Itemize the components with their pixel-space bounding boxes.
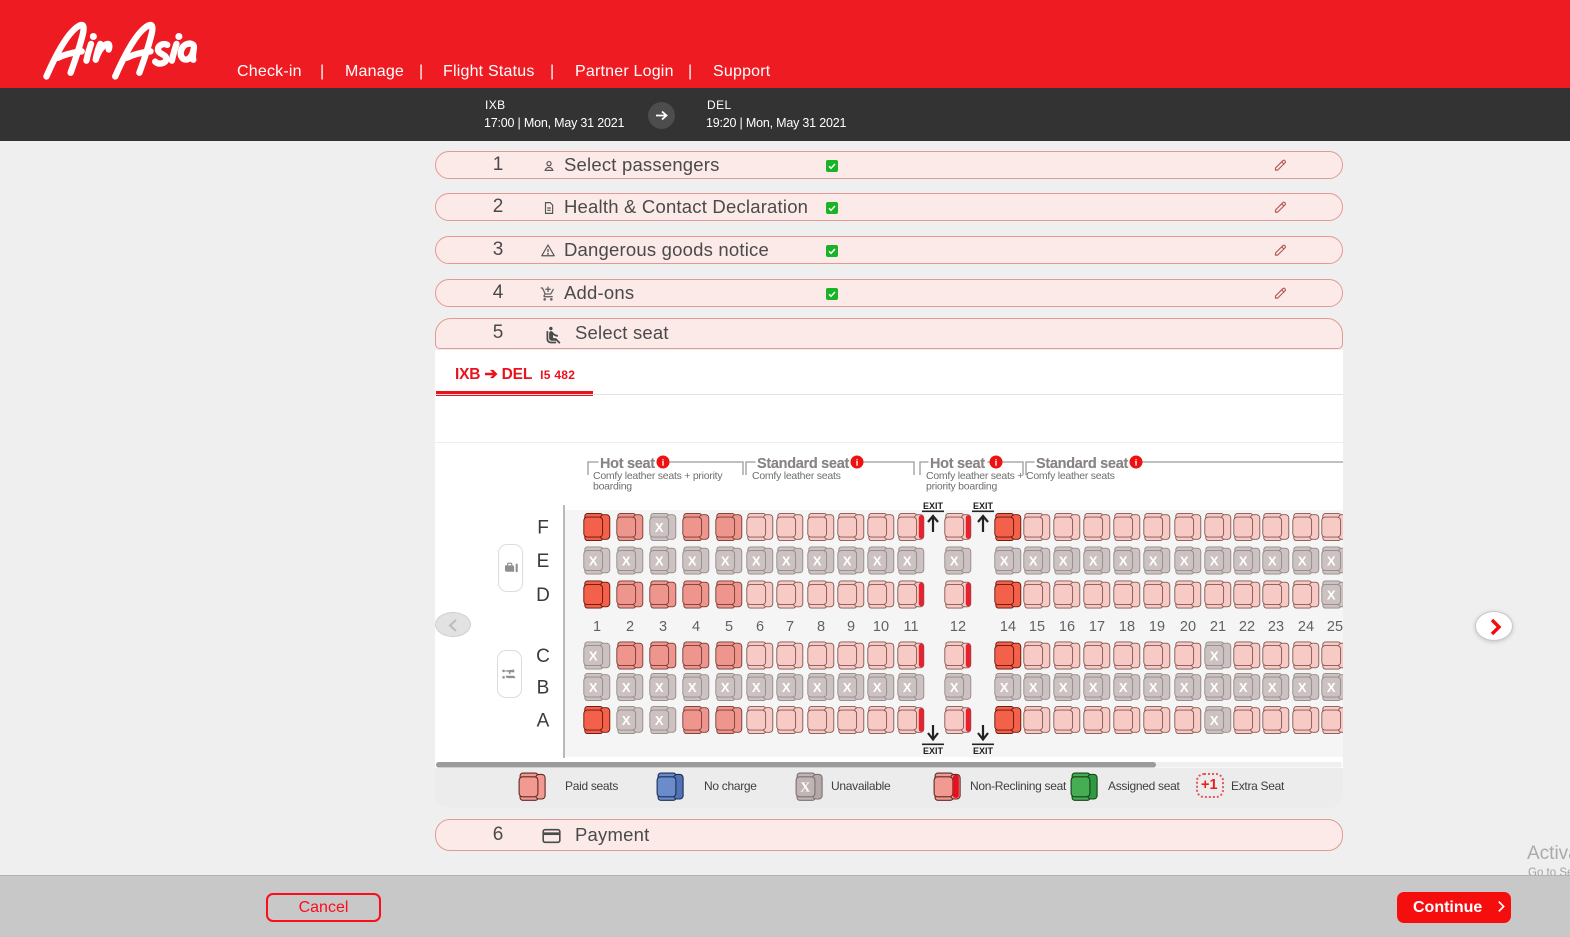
svg-text:X: X (622, 680, 631, 695)
svg-text:X: X (782, 553, 791, 568)
svg-text:X: X (843, 553, 852, 568)
svg-text:EXIT: EXIT (923, 501, 944, 511)
svg-text:X: X (655, 553, 664, 568)
svg-text:3: 3 (659, 619, 667, 635)
svg-text:X: X (1210, 648, 1219, 663)
svg-text:X: X (655, 680, 664, 695)
svg-text:X: X (1180, 553, 1189, 568)
svg-text:X: X (1000, 680, 1009, 695)
svg-text:18: 18 (1119, 619, 1135, 635)
svg-text:X: X (1149, 553, 1158, 568)
svg-text:X: X (1059, 680, 1068, 695)
svg-text:X: X (1239, 553, 1248, 568)
svg-text:D: D (536, 585, 550, 606)
svg-text:X: X (873, 553, 882, 568)
svg-text:X: X (1327, 553, 1336, 568)
svg-text:X: X (752, 680, 761, 695)
svg-text:X: X (1210, 713, 1219, 728)
svg-text:C: C (536, 646, 550, 667)
svg-text:19: 19 (1149, 619, 1165, 635)
svg-text:X: X (1029, 553, 1038, 568)
svg-text:X: X (1239, 680, 1248, 695)
svg-text:X: X (655, 713, 664, 728)
svg-text:X: X (813, 680, 822, 695)
svg-text:6: 6 (756, 619, 764, 635)
svg-text:17: 17 (1089, 619, 1105, 635)
svg-text:9: 9 (847, 619, 855, 635)
svg-text:X: X (655, 520, 664, 535)
svg-text:X: X (813, 553, 822, 568)
svg-text:EXIT: EXIT (973, 501, 994, 511)
svg-text:X: X (873, 680, 882, 695)
svg-text:X: X (721, 680, 730, 695)
svg-text:21: 21 (1210, 619, 1226, 635)
svg-text:EXIT: EXIT (973, 746, 994, 756)
svg-text:priority boarding: priority boarding (926, 481, 997, 493)
svg-text:2: 2 (626, 619, 634, 635)
svg-text:X: X (1149, 680, 1158, 695)
svg-text:16: 16 (1059, 619, 1075, 635)
svg-text:X: X (1000, 553, 1009, 568)
svg-text:X: X (950, 553, 959, 568)
svg-text:X: X (903, 680, 912, 695)
svg-text:X: X (950, 680, 959, 695)
svg-text:X: X (1089, 680, 1098, 695)
svg-text:F: F (537, 518, 549, 539)
svg-text:Comfy leather seats: Comfy leather seats (752, 470, 841, 482)
svg-text:X: X (1119, 553, 1128, 568)
svg-text:X: X (1298, 680, 1307, 695)
svg-text:X: X (782, 680, 791, 695)
svg-text:25: 25 (1327, 619, 1343, 635)
svg-text:X: X (589, 680, 598, 695)
svg-text:X: X (1327, 587, 1336, 602)
svg-text:14: 14 (1000, 619, 1016, 635)
svg-text:boarding: boarding (593, 481, 632, 493)
svg-text:8: 8 (817, 619, 825, 635)
svg-text:X: X (843, 680, 852, 695)
svg-text:X: X (1119, 680, 1128, 695)
svg-text:X: X (589, 648, 598, 663)
svg-text:X: X (1268, 680, 1277, 695)
svg-text:Comfy leather seats: Comfy leather seats (1026, 470, 1115, 482)
svg-text:X: X (1210, 680, 1219, 695)
svg-text:1: 1 (593, 619, 601, 635)
svg-text:B: B (537, 678, 550, 699)
svg-text:11: 11 (903, 619, 918, 635)
svg-text:A: A (537, 711, 550, 732)
svg-text:24: 24 (1298, 619, 1314, 635)
svg-text:X: X (1059, 553, 1068, 568)
svg-text:X: X (622, 713, 631, 728)
svg-text:X: X (800, 781, 810, 796)
svg-text:X: X (752, 553, 761, 568)
svg-text:7: 7 (786, 619, 794, 635)
svg-text:X: X (1327, 680, 1336, 695)
svg-text:X: X (1089, 553, 1098, 568)
svg-text:X: X (1180, 680, 1189, 695)
svg-text:23: 23 (1268, 619, 1284, 635)
svg-text:X: X (721, 553, 730, 568)
svg-text:EXIT: EXIT (923, 746, 944, 756)
svg-text:15: 15 (1029, 619, 1045, 635)
svg-text:X: X (1268, 553, 1277, 568)
svg-text:X: X (1298, 553, 1307, 568)
svg-text:10: 10 (873, 619, 889, 635)
svg-text:4: 4 (692, 619, 700, 635)
svg-text:X: X (1210, 553, 1219, 568)
svg-text:X: X (688, 680, 697, 695)
svg-text:20: 20 (1180, 619, 1196, 635)
svg-text:22: 22 (1239, 619, 1255, 635)
svg-text:E: E (537, 551, 550, 572)
svg-text:12: 12 (950, 619, 966, 635)
svg-text:X: X (903, 553, 912, 568)
svg-text:X: X (622, 553, 631, 568)
svg-text:5: 5 (725, 619, 733, 635)
svg-text:X: X (688, 553, 697, 568)
svg-text:X: X (589, 553, 598, 568)
svg-text:X: X (1029, 680, 1038, 695)
